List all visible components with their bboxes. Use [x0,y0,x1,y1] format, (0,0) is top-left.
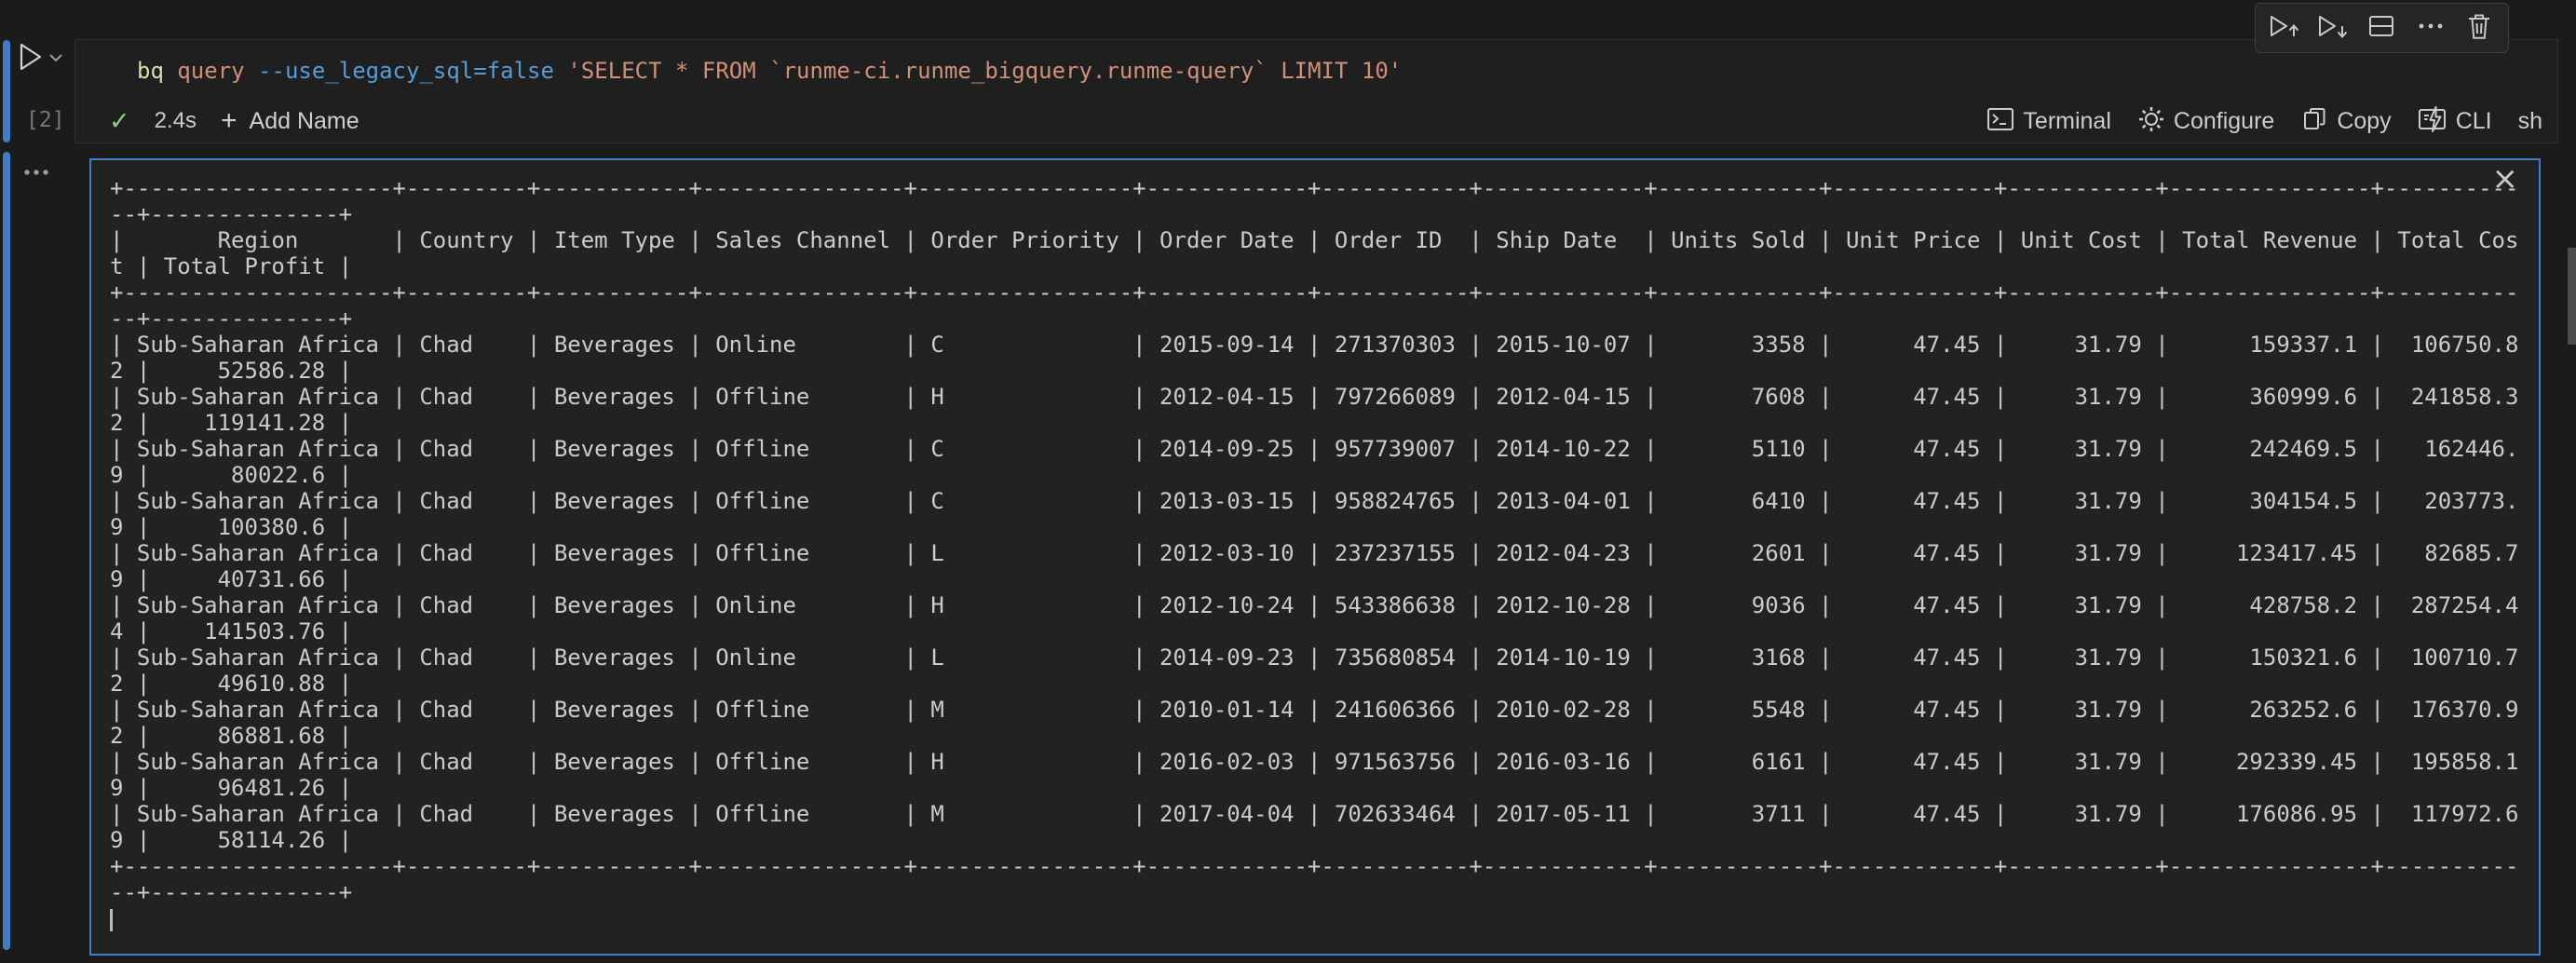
language-badge[interactable]: sh [2518,108,2542,135]
close-output-button[interactable]: × [2492,162,2519,196]
terminal-line: 9 | 40731.66 | [110,566,2518,592]
terminal-line: | Sub-Saharan Africa | Chad | Beverages … [110,644,2518,671]
terminal-line: 2 | 52586.28 | [110,358,2518,384]
success-check-icon: ✓ [109,109,130,134]
configure-label: Configure [2174,108,2274,135]
terminal-line: 9 | 80022.6 | [110,462,2518,488]
cli-icon [2418,105,2447,138]
execution-duration: 2.4s [155,108,197,134]
play-up-icon [2269,11,2300,46]
terminal-output-text: +--------------------+---------+--------… [110,175,2518,931]
terminal-line: | Sub-Saharan Africa | Chad | Beverages … [110,801,2518,827]
command-token: 'SELECT * FROM `runme-ci.runme_bigquery.… [554,58,1402,84]
terminal-line: --+--------------+ [110,201,2518,227]
terminal-line: t | Total Profit | [110,253,2518,279]
run-cell-button[interactable] [19,41,76,76]
cli-label: CLI [2456,108,2492,135]
command-token: query [164,58,245,84]
terminal-line: +--------------------+---------+--------… [110,279,2518,305]
notebook-cell: bq query --use_legacy_sql=false 'SELECT … [75,39,2558,143]
terminal-line: 9 | 96481.26 | [110,775,2518,801]
cell-status-left: ✓ 2.4s + Add Name [109,102,359,141]
command-token: --use_legacy_sql=false [245,58,554,84]
gear-icon [2137,105,2165,138]
plus-icon: + [221,107,237,135]
terminal-line: 9 | 58114.26 | [110,827,2518,853]
add-name-label: Add Name [250,108,359,135]
terminal-line: 2 | 86881.68 | [110,723,2518,749]
trash-icon [2464,11,2494,46]
terminal-line: 2 | 49610.88 | [110,671,2518,697]
terminal-line [110,905,2518,931]
terminal-line: | Sub-Saharan Africa | Chad | Beverages … [110,592,2518,618]
cell-status-right: Terminal Configure Copy CLI sh [1986,102,2542,141]
play-icon [19,42,43,76]
split-cell-icon [2366,11,2396,46]
execute-below-button[interactable] [2313,8,2352,47]
cell-output-terminal[interactable]: +--------------------+---------+--------… [89,158,2541,956]
terminal-button[interactable]: Terminal [1986,105,2110,138]
terminal-cursor [110,909,113,931]
terminal-line: | Sub-Saharan Africa | Chad | Beverages … [110,384,2518,410]
split-cell-button[interactable] [2362,8,2401,47]
command-editor[interactable]: bq query --use_legacy_sql=false 'SELECT … [137,55,1402,87]
execute-above-button[interactable] [2265,8,2304,47]
terminal-line: | Sub-Saharan Africa | Chad | Beverages … [110,697,2518,723]
terminal-line: | Region | Country | Item Type | Sales C… [110,227,2518,253]
terminal-label: Terminal [2023,108,2110,135]
terminal-line: +--------------------+---------+--------… [110,853,2518,879]
output-options-button[interactable] [23,166,53,179]
terminal-line: | Sub-Saharan Africa | Chad | Beverages … [110,332,2518,358]
ellipsis-icon [23,166,51,182]
chevron-down-icon[interactable] [49,50,62,67]
copy-button[interactable]: Copy [2300,105,2391,138]
copy-label: Copy [2337,108,2391,135]
command-token: bq [137,58,164,84]
terminal-line: 2 | 119141.28 | [110,410,2518,436]
cell-focus-bar [3,40,10,142]
terminal-line: --+--------------+ [110,879,2518,905]
execution-count: [2] [26,108,65,132]
delete-cell-button[interactable] [2460,8,2499,47]
terminal-line: +--------------------+---------+--------… [110,175,2518,201]
terminal-line: | Sub-Saharan Africa | Chad | Beverages … [110,436,2518,462]
terminal-icon [1986,105,2014,138]
play-down-icon [2317,11,2349,46]
terminal-line: | Sub-Saharan Africa | Chad | Beverages … [110,540,2518,566]
add-name-button[interactable]: + Add Name [221,107,359,135]
more-actions-button[interactable] [2411,8,2450,47]
terminal-line: | Sub-Saharan Africa | Chad | Beverages … [110,488,2518,514]
output-focus-bar [3,152,10,950]
copy-icon [2300,105,2328,138]
terminal-line: 4 | 141503.76 | [110,618,2518,644]
terminal-line: --+--------------+ [110,305,2518,332]
cli-button[interactable]: CLI [2418,105,2492,138]
terminal-line: | Sub-Saharan Africa | Chad | Beverages … [110,749,2518,775]
terminal-line: 9 | 100380.6 | [110,514,2518,540]
ellipsis-icon [2416,11,2446,46]
configure-button[interactable]: Configure [2137,105,2274,138]
page-scrollbar-thumb[interactable] [2568,248,2576,345]
cell-toolbar [2255,3,2509,53]
